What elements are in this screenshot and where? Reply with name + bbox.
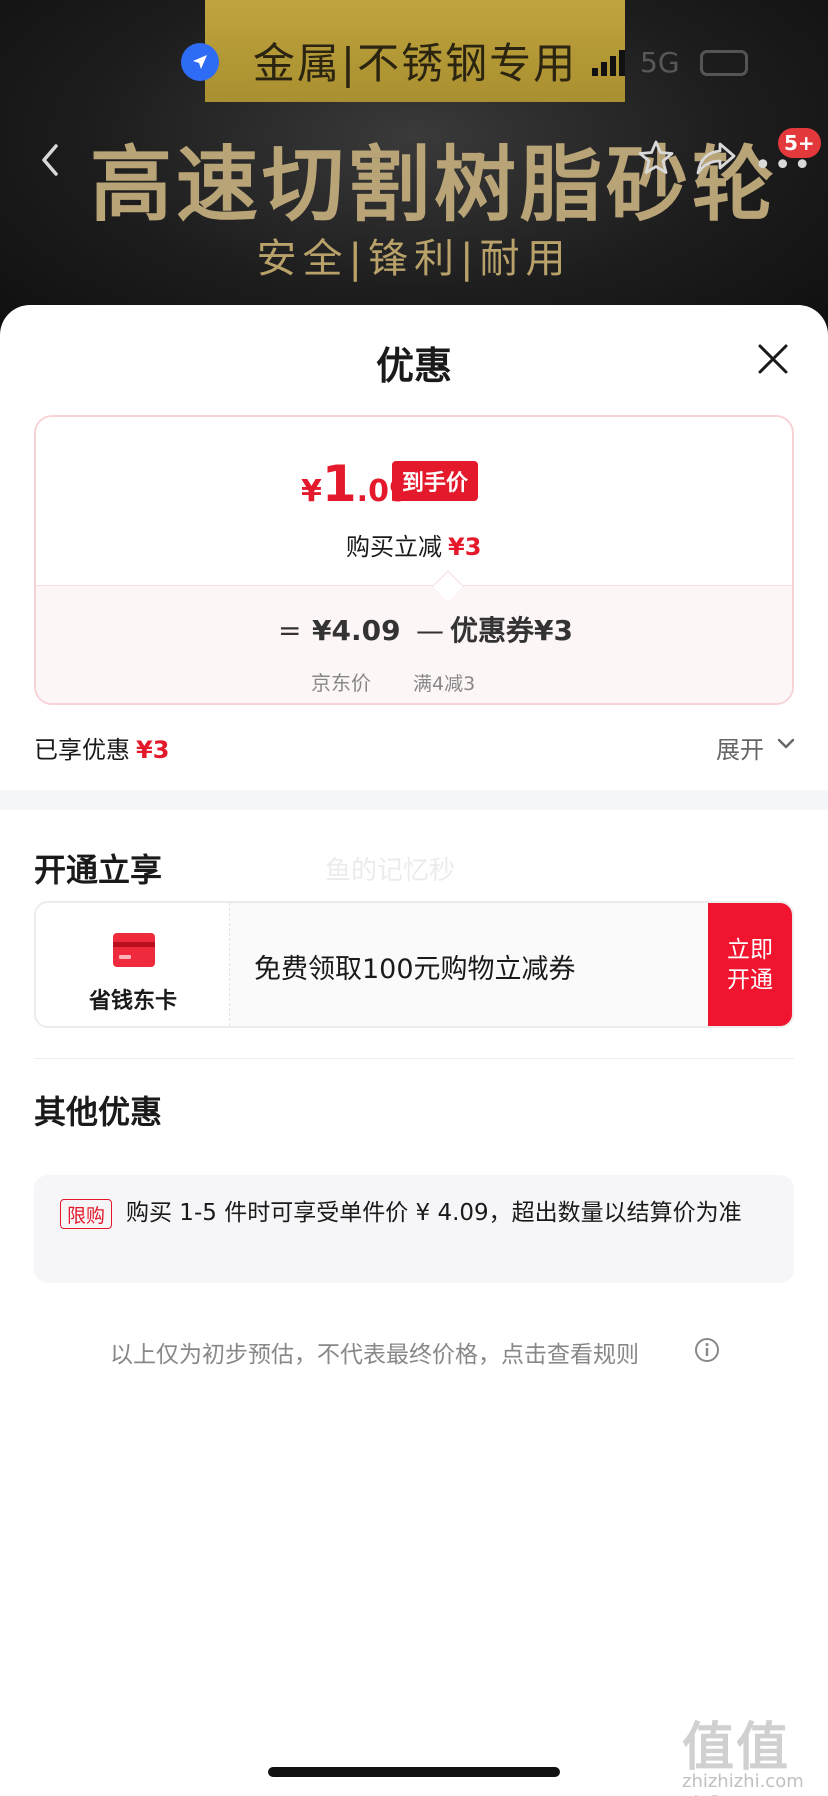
- price-currency: ¥: [301, 474, 322, 509]
- activate-button[interactable]: 立即开通: [708, 903, 792, 1026]
- purchase-limit-box: 限购 购买 1-5 件时可享受单件价 ¥ 4.09，超出数量以结算价为准: [34, 1175, 794, 1283]
- sheet-title: 优惠: [375, 344, 452, 388]
- site-watermark-url: zhizhizhi.com: [682, 1771, 804, 1792]
- location-icon: [181, 43, 219, 81]
- instant-cut-value: ¥3: [448, 533, 482, 561]
- instant-cut-label: 购买立减: [346, 533, 442, 561]
- section-separator: [0, 790, 828, 810]
- membership-card[interactable]: 省钱东卡 免费领取100元购物立减券 立即开通: [34, 901, 794, 1028]
- enjoyed-label: 已享优惠: [34, 736, 130, 764]
- discount-sheet: 优惠 ¥1.09 到手价 购买立减 ¥3 = ¥4.09— 优惠券¥3 京东价 满4减…: [0, 305, 828, 1796]
- membership-card-left: 省钱东卡: [36, 903, 230, 1026]
- close-icon[interactable]: [755, 341, 791, 377]
- network-indicator: 5G: [640, 46, 680, 79]
- back-icon[interactable]: [36, 140, 66, 180]
- formula-coupon: 优惠券¥3: [450, 614, 573, 647]
- price-formula: = ¥4.09 — 优惠券¥3: [278, 609, 573, 649]
- home-indicator[interactable]: [268, 1767, 560, 1777]
- price-integer: 1: [321, 455, 357, 513]
- final-price-tag: 到手价: [392, 461, 479, 501]
- enjoyed-discount: 已享优惠 ¥3: [34, 730, 169, 765]
- divider: [34, 1058, 794, 1059]
- chevron-down-icon[interactable]: [777, 738, 795, 750]
- info-icon[interactable]: [694, 1337, 720, 1363]
- product-subline: 安全|锋利|耐用: [256, 236, 572, 282]
- user-watermark: 鱼的记忆秒: [325, 856, 456, 886]
- product-backdrop: 金属|不锈钢专用 5G 高速切割树脂砂轮 安全|锋利|耐用 ••• 5+: [0, 0, 828, 340]
- formula-equals: =: [278, 614, 302, 647]
- other-section-title: 其他优惠: [34, 1093, 163, 1131]
- card-icon: [113, 933, 155, 967]
- disclaimer-link[interactable]: 以上仅为初步预估，不代表最终价格，点击查看规则: [110, 1335, 639, 1369]
- enjoyed-value: ¥3: [136, 736, 170, 764]
- membership-card-description: 免费领取100元购物立减券: [254, 954, 576, 985]
- instant-cut: 购买立减 ¥3: [346, 527, 481, 562]
- notification-badge: 5+: [778, 128, 821, 158]
- membership-card-name: 省钱东卡: [88, 989, 177, 1014]
- formula-jd-price: ¥4.09: [312, 614, 401, 647]
- share-icon[interactable]: [694, 138, 738, 178]
- open-section-title: 开通立享: [34, 851, 163, 889]
- star-icon[interactable]: [636, 138, 676, 178]
- activate-button-label: 立即开通: [727, 936, 773, 993]
- formula-minus: —: [416, 614, 444, 647]
- jd-price-label: 京东价: [311, 671, 371, 695]
- price-breakdown-card: ¥1.09 到手价 购买立减 ¥3 = ¥4.09— 优惠券¥3 京东价 满4减3: [34, 415, 794, 705]
- coupon-condition-label: 满4减3: [413, 673, 476, 695]
- battery-icon: [700, 50, 748, 76]
- purchase-limit-text: 购买 1-5 件时可享受单件价 ¥ 4.09，超出数量以结算价为准: [126, 1200, 742, 1226]
- purchase-limit-tag: 限购: [60, 1199, 113, 1229]
- banner-top-text: 金属|不锈钢专用: [252, 39, 578, 88]
- signal-icon: [592, 50, 625, 76]
- expand-button[interactable]: 展开: [716, 730, 764, 765]
